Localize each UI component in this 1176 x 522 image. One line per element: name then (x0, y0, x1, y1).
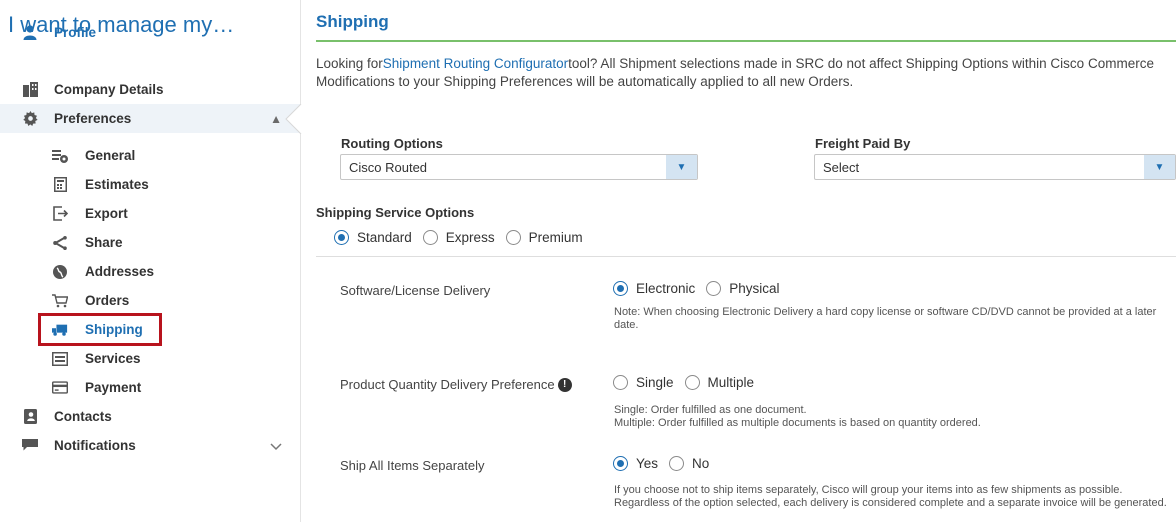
radio-button[interactable] (422, 230, 438, 245)
radio-button[interactable] (334, 230, 349, 245)
freight-paid-by-select[interactable]: Select ▼ (814, 154, 1176, 180)
sidebar-subitem-label: Addresses (85, 264, 155, 279)
globe-icon (52, 264, 68, 280)
intro-line2: Modifications to your Shipping Preferenc… (316, 74, 854, 89)
radio-button[interactable] (684, 375, 700, 390)
sidebar-subitem-label: Payment (85, 380, 142, 395)
software-delivery-label: Software/License Delivery (340, 283, 491, 298)
ship-separately-note: If you choose not to ship items separate… (614, 484, 1167, 509)
sidebar: I want to manage my… Profile Company Det… (0, 0, 302, 522)
shipping-service-options-label: Shipping Service Options (316, 205, 475, 220)
sidebar-item-contacts[interactable]: Contacts (0, 402, 300, 431)
radio-multiple[interactable]: Multiple (684, 375, 754, 390)
active-pointer-icon (285, 104, 302, 134)
radio-express[interactable]: Express (422, 230, 495, 245)
radio-single[interactable]: Single (613, 375, 674, 390)
intro-prefix: Looking for (316, 56, 383, 71)
radio-premium[interactable]: Premium (505, 230, 583, 245)
services-icon (52, 351, 68, 367)
quantity-preference-radio-group: Single Multiple (613, 375, 765, 390)
radio-button[interactable] (706, 281, 722, 296)
quantity-preference-label: Product Quantity Delivery Preference ! (340, 377, 572, 392)
radio-button[interactable] (613, 456, 628, 471)
routing-options-value: Cisco Routed (349, 160, 428, 175)
routing-options-label: Routing Options (341, 136, 443, 151)
software-delivery-radio-group: Electronic Physical (613, 281, 791, 296)
sidebar-item-label: Profile (54, 25, 97, 40)
sidebar-subitem-estimates[interactable]: Estimates (0, 170, 300, 199)
credit-card-icon (52, 380, 68, 396)
chevron-up-icon: ▲ (270, 111, 282, 126)
sidebar-item-label: Preferences (54, 111, 132, 126)
sidebar-subitem-label: Orders (85, 293, 130, 308)
dropdown-arrow-icon[interactable]: ▼ (1144, 155, 1175, 179)
radio-yes[interactable]: Yes (613, 456, 658, 471)
radio-button[interactable] (613, 281, 628, 296)
ship-separately-radio-group: Yes No (613, 456, 720, 471)
routing-options-select[interactable]: Cisco Routed ▼ (340, 154, 698, 180)
sidebar-subitem-share[interactable]: Share (0, 228, 300, 257)
building-icon (22, 82, 38, 98)
cart-icon (52, 293, 68, 309)
sidebar-item-notifications[interactable]: Notifications (0, 431, 300, 460)
sidebar-subitem-payment[interactable]: Payment (0, 373, 300, 402)
src-link[interactable]: Shipment Routing Configurator (383, 56, 568, 71)
freight-paid-by-label: Freight Paid By (815, 136, 911, 151)
sidebar-subitem-orders[interactable]: Orders (0, 286, 300, 315)
freight-paid-by-value: Select (823, 160, 860, 175)
radio-physical[interactable]: Physical (706, 281, 780, 296)
sidebar-subitem-addresses[interactable]: Addresses (0, 257, 300, 286)
radio-button[interactable] (669, 456, 685, 471)
delivery-options-panel: Software/License Delivery Electronic Phy… (316, 256, 1176, 522)
sidebar-item-label: Contacts (54, 409, 112, 424)
sidebar-subitem-general[interactable]: General (0, 141, 300, 170)
sidebar-item-label: Company Details (54, 82, 164, 97)
radio-standard[interactable]: Standard (334, 230, 412, 245)
calculator-icon (52, 177, 68, 193)
radio-no[interactable]: No (669, 456, 709, 471)
quantity-preference-note: Single: Order fulfilled as one document.… (614, 404, 981, 429)
ship-separately-label: Ship All Items Separately (340, 458, 485, 473)
sidebar-subitem-label: Services (85, 351, 141, 366)
chevron-down-icon[interactable] (270, 440, 282, 454)
sidebar-subitem-label: Estimates (85, 177, 149, 192)
sidebar-subitem-label: Share (85, 235, 123, 250)
highlight-box (38, 313, 162, 346)
intro-text: Looking forShipment Routing Configurator… (316, 55, 1176, 91)
page-title: Shipping (316, 12, 389, 31)
title-divider (316, 40, 1176, 42)
dropdown-arrow-icon[interactable]: ▼ (666, 155, 697, 179)
intro-suffix: tool? All Shipment selections made in SR… (568, 56, 1154, 71)
info-icon[interactable]: ! (557, 377, 572, 392)
contact-card-icon (22, 409, 38, 425)
export-icon (52, 206, 68, 222)
sidebar-subitem-export[interactable]: Export (0, 199, 300, 228)
software-delivery-note: Note: When choosing Electronic Delivery … (614, 306, 1157, 331)
radio-electronic[interactable]: Electronic (613, 281, 695, 296)
chat-bubble-icon (22, 438, 38, 454)
sidebar-item-preferences[interactable]: Preferences ▲ (0, 104, 300, 133)
main-content: Shipping Looking forShipment Routing Con… (316, 0, 1176, 522)
shipping-service-radio-group: Standard Express Premium (334, 230, 594, 245)
radio-button[interactable] (505, 230, 521, 245)
sidebar-item-company-details[interactable]: Company Details (0, 75, 300, 104)
sidebar-subitem-label: Export (85, 206, 128, 221)
person-icon (22, 25, 38, 41)
sidebar-subitem-services[interactable]: Services (0, 344, 300, 373)
sidebar-item-profile[interactable]: Profile (0, 18, 300, 47)
radio-button[interactable] (613, 375, 628, 390)
settings-list-icon (52, 148, 68, 164)
share-icon (52, 235, 68, 251)
sidebar-subitem-label: General (85, 148, 136, 163)
gear-icon (22, 111, 38, 127)
sidebar-item-label: Notifications (54, 438, 136, 453)
